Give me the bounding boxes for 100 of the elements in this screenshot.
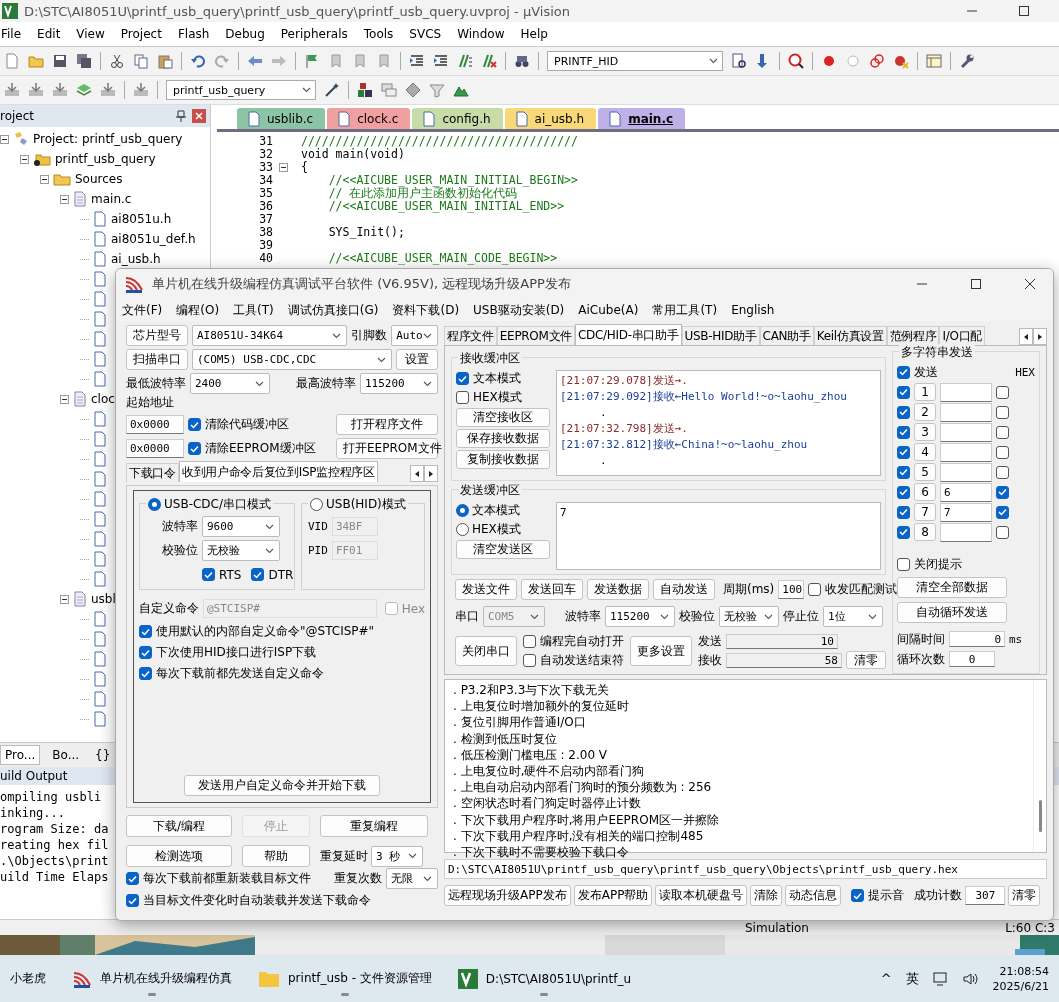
send-string-button[interactable]: 6 [914, 483, 936, 501]
tree-item[interactable]: printf_usb_query [55, 152, 156, 166]
menu-item[interactable]: 调试仿真接口(G) [287, 301, 379, 319]
dropdown[interactable]: 2400 [190, 373, 270, 394]
multi-send-button[interactable]: 自动循环发送 [897, 602, 1007, 623]
tree-item[interactable]: cloc [91, 392, 115, 406]
tray-caret[interactable]: ^ [880, 971, 892, 986]
taskbar-item[interactable]: D:\STC\AI8051U\printf_u [485, 971, 631, 986]
dropdown[interactable]: 3 秒 [371, 845, 423, 867]
menu-item[interactable]: File [0, 27, 23, 41]
tab[interactable]: CDC/HID-串口助手 [574, 324, 682, 345]
panel-tab[interactable]: {} [91, 746, 115, 764]
panel-tab[interactable]: Pro... [0, 745, 41, 765]
scan-button[interactable]: 扫描串口 [126, 349, 188, 370]
input-method[interactable]: 英 [905, 969, 919, 988]
panel-tab[interactable]: Bo... [48, 746, 84, 764]
dropdown[interactable]: 9600 [202, 516, 280, 537]
menu-item[interactable]: Window [456, 27, 506, 41]
receive-button[interactable]: 保存接收数据 [456, 429, 550, 448]
clock-date[interactable]: 2025/6/21 [992, 979, 1049, 993]
tree-item[interactable]: Project: printf_usb_query [33, 132, 183, 146]
send-area[interactable]: 7 [556, 502, 881, 570]
dropdown[interactable]: 无校验 [719, 606, 779, 627]
send-string-button[interactable]: 3 [914, 423, 936, 441]
send-button[interactable]: 发送回车 [521, 579, 583, 600]
more-settings-button[interactable]: 更多设置 [630, 636, 692, 666]
reset-button[interactable]: 清零 [1008, 885, 1041, 906]
interval-field[interactable]: 0 [949, 631, 1005, 647]
loops-field[interactable]: 0 [949, 651, 995, 667]
address-field[interactable]: 0x0000 [126, 415, 184, 434]
receive-area[interactable]: [21:07:29.078]发送→. [21:07:29.092]接收←Hello World!~o~laohu_zhou . [21:07:32.798]发送→. [21:07:32.812]接收←China!~o~laohu_zhou . [556, 370, 881, 476]
send-command-button[interactable]: 发送用户自定义命令并开始下载 [184, 775, 380, 796]
menu-item[interactable]: 常用工具(T) [652, 301, 718, 319]
dropdown[interactable]: (COM5) USB-CDC,CDC [192, 349, 392, 370]
menu-item[interactable]: 文件(F) [122, 301, 163, 319]
dropdown[interactable]: AI8051U-34K64 [192, 325, 348, 346]
footer-button[interactable]: 清除 [750, 885, 783, 906]
action-button[interactable]: 下载/编程 [126, 815, 232, 837]
menu-item[interactable]: 编程(O) [176, 301, 220, 319]
action-button[interactable]: 重复编程 [320, 815, 428, 837]
chip-button[interactable]: 芯片型号 [126, 325, 188, 346]
project-dropdown[interactable]: printf_usb_query [166, 80, 316, 100]
tree-item[interactable]: Sources [75, 172, 123, 186]
tab[interactable]: Keil仿真设置 [813, 326, 887, 345]
close-port-button[interactable]: 关闭串口 [455, 636, 517, 666]
send-button[interactable]: 自动发送 [653, 579, 715, 600]
tree-item[interactable]: ai_usb.h [111, 252, 161, 266]
dropdown[interactable]: Auto [391, 325, 438, 346]
menu-item[interactable]: Project [119, 27, 163, 41]
tree-item[interactable]: usbl [91, 592, 116, 606]
dropdown[interactable]: 115200 [360, 373, 438, 394]
footer-button[interactable]: 读取本机硬盘号 [655, 885, 748, 906]
menu-item[interactable]: Peripherals [279, 27, 349, 41]
menu-item[interactable]: Flash [176, 27, 211, 41]
menu-item[interactable]: 资料下载(D) [392, 301, 460, 319]
menu-item[interactable]: SVCS [408, 27, 443, 41]
taskbar-item[interactable]: 单片机在线升级编程仿真 [100, 970, 232, 987]
footer-button[interactable]: 动态信息 [785, 885, 842, 906]
period-field[interactable]: 100 [778, 580, 805, 599]
menu-item[interactable]: Tools [362, 27, 395, 41]
editor-tab[interactable]: config.h [412, 108, 503, 129]
tree-item[interactable]: ai8051u_def.h [111, 232, 196, 246]
editor-tab[interactable]: usblib.c [237, 108, 326, 129]
tab[interactable]: I/O口配 [939, 326, 985, 345]
action-button[interactable]: 检测选项 [126, 845, 232, 867]
taskbar-item[interactable]: printf_usb - 文件资源管理 [288, 970, 432, 987]
taskbar-item[interactable]: 小老虎 [10, 970, 46, 987]
send-button[interactable]: 发送文件 [455, 579, 517, 600]
dropdown[interactable]: 无校验 [202, 540, 280, 561]
tab[interactable]: USB-HID助手 [681, 326, 760, 345]
tree-item[interactable]: main.c [91, 192, 132, 206]
send-string-button[interactable]: 7 [914, 503, 936, 521]
menu-item[interactable]: Help [519, 27, 549, 41]
tab[interactable]: 下载口令 [126, 463, 179, 482]
editor-tab[interactable]: ai_usb.h [504, 108, 597, 129]
send-string-button[interactable]: 8 [914, 523, 936, 541]
send-string-button[interactable]: 4 [914, 443, 936, 461]
open-file-button[interactable]: 打开程序文件 [336, 414, 438, 435]
action-button[interactable]: 帮助 [242, 845, 310, 867]
string-field[interactable]: 7 [940, 502, 992, 522]
menu-item[interactable]: Debug [224, 27, 266, 41]
footer-button[interactable]: 发布APP帮助 [573, 885, 653, 906]
address-field[interactable]: 0x0000 [126, 439, 184, 458]
tab[interactable]: 收到用户命令后复位到ISP监控程序区 [178, 461, 378, 482]
multi-send-button[interactable]: 清空全部数据 [897, 577, 1007, 598]
dropdown[interactable]: 1位 [823, 606, 883, 627]
editor-tab[interactable]: main.c [598, 108, 686, 129]
menu-item[interactable]: AiCube(A) [578, 303, 639, 317]
footer-button[interactable]: 远程现场升级APP发布 [444, 885, 571, 906]
clear-button[interactable]: 清空发送区 [456, 540, 550, 559]
menu-item[interactable]: English [731, 303, 775, 317]
menu-item[interactable]: 工具(T) [233, 301, 274, 319]
receive-button[interactable]: 清空接收区 [456, 408, 550, 427]
menu-item[interactable]: USB驱动安装(D) [473, 301, 565, 319]
send-string-button[interactable]: 5 [914, 463, 936, 481]
menu-item[interactable]: Edit [36, 27, 62, 41]
settings-button[interactable]: 设置 [396, 349, 438, 370]
dropdown[interactable]: 无限 [386, 868, 438, 889]
target-dropdown[interactable]: PRINTF_HID [547, 51, 723, 71]
tab[interactable]: EEPROM文件 [496, 326, 575, 345]
